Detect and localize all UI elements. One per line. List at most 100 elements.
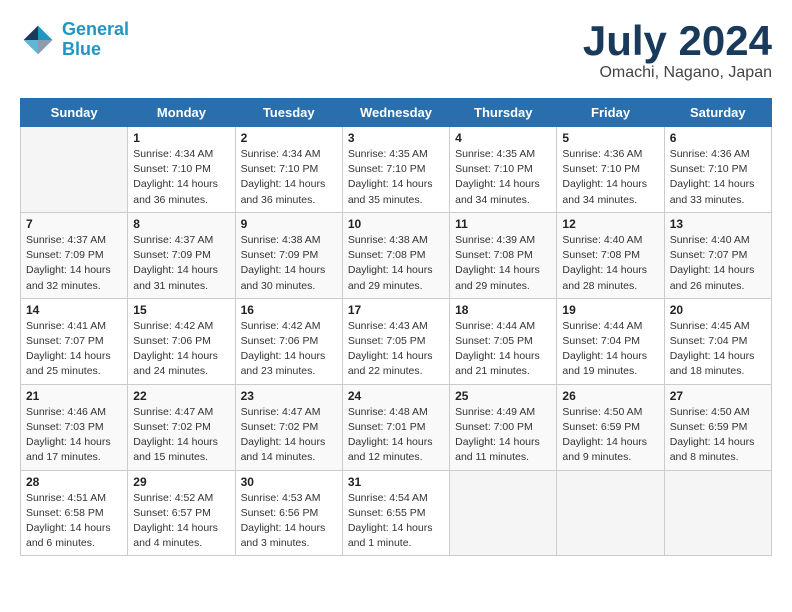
day-number: 25 bbox=[455, 389, 551, 403]
day-number: 16 bbox=[241, 303, 337, 317]
calendar-cell: 31Sunrise: 4:54 AM Sunset: 6:55 PM Dayli… bbox=[342, 470, 449, 556]
title-block: July 2024 Omachi, Nagano, Japan bbox=[583, 20, 772, 82]
logo: General Blue bbox=[20, 20, 129, 60]
calendar-cell: 29 Sunrise: 4:52 AM Sunset: 6:57 PM Dayli… bbox=[128, 470, 235, 556]
location: Omachi, Nagano, Japan bbox=[583, 64, 772, 82]
calendar-cell bbox=[21, 127, 128, 213]
day-info: Sunrise: 4:42 AM Sunset: 7:06 PM Dayligh… bbox=[133, 319, 229, 380]
day-number: 24 bbox=[348, 389, 444, 403]
day-info: Sunrise: 4:36 AM Sunset: 7:10 PM Dayligh… bbox=[670, 147, 766, 208]
day-number: 12 bbox=[562, 217, 658, 231]
calendar-cell bbox=[664, 470, 771, 556]
day-info: Sunrise: 4:38 AM Sunset: 7:09 PM Dayligh… bbox=[241, 233, 337, 294]
day-info: Sunrise: 4:34 AM Sunset: 7:10 PM Dayligh… bbox=[133, 147, 229, 208]
calendar-day-header: Thursday bbox=[450, 99, 557, 127]
day-number: 13 bbox=[670, 217, 766, 231]
calendar-cell: 19 Sunrise: 4:44 AM Sunset: 7:04 PM Dayli… bbox=[557, 298, 664, 384]
day-info: Sunrise: 4:48 AM Sunset: 7:01 PM Dayligh… bbox=[348, 405, 444, 466]
day-info: Sunrise: 4:35 AM Sunset: 7:10 PM Dayligh… bbox=[455, 147, 551, 208]
day-info: Sunrise: 4:39 AM Sunset: 7:08 PM Dayligh… bbox=[455, 233, 551, 294]
calendar-cell: 8Sunrise: 4:37 AM Sunset: 7:09 PM Daylig… bbox=[128, 212, 235, 298]
day-info: Sunrise: 4:43 AM Sunset: 7:05 PM Dayligh… bbox=[348, 319, 444, 380]
day-info: Sunrise: 4:36 AM Sunset: 7:10 PM Dayligh… bbox=[562, 147, 658, 208]
logo-icon bbox=[20, 22, 56, 58]
calendar-cell: 1Sunrise: 4:34 AM Sunset: 7:10 PM Daylig… bbox=[128, 127, 235, 213]
day-info: Sunrise: 4:52 AM Sunset: 6:57 PM Dayligh… bbox=[133, 491, 229, 552]
calendar-cell: 28 Sunrise: 4:51 AM Sunset: 6:58 PM Dayli… bbox=[21, 470, 128, 556]
day-number: 19 bbox=[562, 303, 658, 317]
day-info: Sunrise: 4:41 AM Sunset: 7:07 PM Dayligh… bbox=[26, 319, 122, 380]
day-info: Sunrise: 4:46 AM Sunset: 7:03 PM Dayligh… bbox=[26, 405, 122, 466]
day-info: Sunrise: 4:44 AM Sunset: 7:05 PM Dayligh… bbox=[455, 319, 551, 380]
calendar-cell: 9 Sunrise: 4:38 AM Sunset: 7:09 PM Daylig… bbox=[235, 212, 342, 298]
day-info: Sunrise: 4:50 AM Sunset: 6:59 PM Dayligh… bbox=[670, 405, 766, 466]
calendar-day-header: Friday bbox=[557, 99, 664, 127]
calendar-cell: 3 Sunrise: 4:35 AM Sunset: 7:10 PM Daylig… bbox=[342, 127, 449, 213]
calendar-cell: 27Sunrise: 4:50 AM Sunset: 6:59 PM Dayli… bbox=[664, 384, 771, 470]
calendar-week-row: 7 Sunrise: 4:37 AM Sunset: 7:09 PM Daylig… bbox=[21, 212, 772, 298]
calendar-cell: 11 Sunrise: 4:39 AM Sunset: 7:08 PM Dayli… bbox=[450, 212, 557, 298]
day-number: 15 bbox=[133, 303, 229, 317]
calendar-cell: 24 Sunrise: 4:48 AM Sunset: 7:01 PM Dayli… bbox=[342, 384, 449, 470]
calendar-table: SundayMondayTuesdayWednesdayThursdayFrid… bbox=[20, 98, 772, 556]
day-info: Sunrise: 4:45 AM Sunset: 7:04 PM Dayligh… bbox=[670, 319, 766, 380]
day-number: 6 bbox=[670, 131, 766, 145]
calendar-cell: 12 Sunrise: 4:40 AM Sunset: 7:08 PM Dayli… bbox=[557, 212, 664, 298]
calendar-week-row: 28 Sunrise: 4:51 AM Sunset: 6:58 PM Dayli… bbox=[21, 470, 772, 556]
day-number: 3 bbox=[348, 131, 444, 145]
logo-text: General Blue bbox=[62, 20, 129, 60]
day-number: 7 bbox=[26, 217, 122, 231]
calendar-cell: 4 Sunrise: 4:35 AM Sunset: 7:10 PM Daylig… bbox=[450, 127, 557, 213]
day-info: Sunrise: 4:40 AM Sunset: 7:08 PM Dayligh… bbox=[562, 233, 658, 294]
day-info: Sunrise: 4:50 AM Sunset: 6:59 PM Dayligh… bbox=[562, 405, 658, 466]
calendar-day-header: Saturday bbox=[664, 99, 771, 127]
calendar-day-header: Sunday bbox=[21, 99, 128, 127]
day-number: 11 bbox=[455, 217, 551, 231]
day-info: Sunrise: 4:47 AM Sunset: 7:02 PM Dayligh… bbox=[241, 405, 337, 466]
calendar-week-row: 21 Sunrise: 4:46 AM Sunset: 7:03 PM Dayli… bbox=[21, 384, 772, 470]
calendar-cell: 15 Sunrise: 4:42 AM Sunset: 7:06 PM Dayli… bbox=[128, 298, 235, 384]
calendar-cell: 14 Sunrise: 4:41 AM Sunset: 7:07 PM Dayli… bbox=[21, 298, 128, 384]
day-number: 29 bbox=[133, 475, 229, 489]
calendar-day-header: Wednesday bbox=[342, 99, 449, 127]
calendar-cell bbox=[450, 470, 557, 556]
day-info: Sunrise: 4:40 AM Sunset: 7:07 PM Dayligh… bbox=[670, 233, 766, 294]
calendar-cell: 25 Sunrise: 4:49 AM Sunset: 7:00 PM Dayli… bbox=[450, 384, 557, 470]
day-number: 4 bbox=[455, 131, 551, 145]
day-number: 10 bbox=[348, 217, 444, 231]
day-number: 28 bbox=[26, 475, 122, 489]
calendar-cell: 6 Sunrise: 4:36 AM Sunset: 7:10 PM Daylig… bbox=[664, 127, 771, 213]
calendar-cell: 10Sunrise: 4:38 AM Sunset: 7:08 PM Dayli… bbox=[342, 212, 449, 298]
day-number: 26 bbox=[562, 389, 658, 403]
calendar-cell bbox=[557, 470, 664, 556]
day-info: Sunrise: 4:44 AM Sunset: 7:04 PM Dayligh… bbox=[562, 319, 658, 380]
day-info: Sunrise: 4:35 AM Sunset: 7:10 PM Dayligh… bbox=[348, 147, 444, 208]
day-number: 2 bbox=[241, 131, 337, 145]
day-number: 21 bbox=[26, 389, 122, 403]
calendar-cell: 7 Sunrise: 4:37 AM Sunset: 7:09 PM Daylig… bbox=[21, 212, 128, 298]
calendar-cell: 16 Sunrise: 4:42 AM Sunset: 7:06 PM Dayli… bbox=[235, 298, 342, 384]
month-title: July 2024 bbox=[583, 20, 772, 62]
page-header: General Blue July 2024 Omachi, Nagano, J… bbox=[20, 20, 772, 82]
day-info: Sunrise: 4:49 AM Sunset: 7:00 PM Dayligh… bbox=[455, 405, 551, 466]
day-info: Sunrise: 4:37 AM Sunset: 7:09 PM Dayligh… bbox=[26, 233, 122, 294]
calendar-cell: 30Sunrise: 4:53 AM Sunset: 6:56 PM Dayli… bbox=[235, 470, 342, 556]
day-number: 8 bbox=[133, 217, 229, 231]
day-number: 20 bbox=[670, 303, 766, 317]
calendar-cell: 21 Sunrise: 4:46 AM Sunset: 7:03 PM Dayli… bbox=[21, 384, 128, 470]
day-number: 31 bbox=[348, 475, 444, 489]
day-info: Sunrise: 4:42 AM Sunset: 7:06 PM Dayligh… bbox=[241, 319, 337, 380]
calendar-cell: 17Sunrise: 4:43 AM Sunset: 7:05 PM Dayli… bbox=[342, 298, 449, 384]
calendar-cell: 22Sunrise: 4:47 AM Sunset: 7:02 PM Dayli… bbox=[128, 384, 235, 470]
day-number: 14 bbox=[26, 303, 122, 317]
day-info: Sunrise: 4:51 AM Sunset: 6:58 PM Dayligh… bbox=[26, 491, 122, 552]
calendar-week-row: 1Sunrise: 4:34 AM Sunset: 7:10 PM Daylig… bbox=[21, 127, 772, 213]
day-info: Sunrise: 4:53 AM Sunset: 6:56 PM Dayligh… bbox=[241, 491, 337, 552]
calendar-cell: 5 Sunrise: 4:36 AM Sunset: 7:10 PM Daylig… bbox=[557, 127, 664, 213]
calendar-cell: 2Sunrise: 4:34 AM Sunset: 7:10 PM Daylig… bbox=[235, 127, 342, 213]
calendar-cell: 23Sunrise: 4:47 AM Sunset: 7:02 PM Dayli… bbox=[235, 384, 342, 470]
calendar-cell: 26 Sunrise: 4:50 AM Sunset: 6:59 PM Dayli… bbox=[557, 384, 664, 470]
day-number: 5 bbox=[562, 131, 658, 145]
day-number: 18 bbox=[455, 303, 551, 317]
day-number: 9 bbox=[241, 217, 337, 231]
